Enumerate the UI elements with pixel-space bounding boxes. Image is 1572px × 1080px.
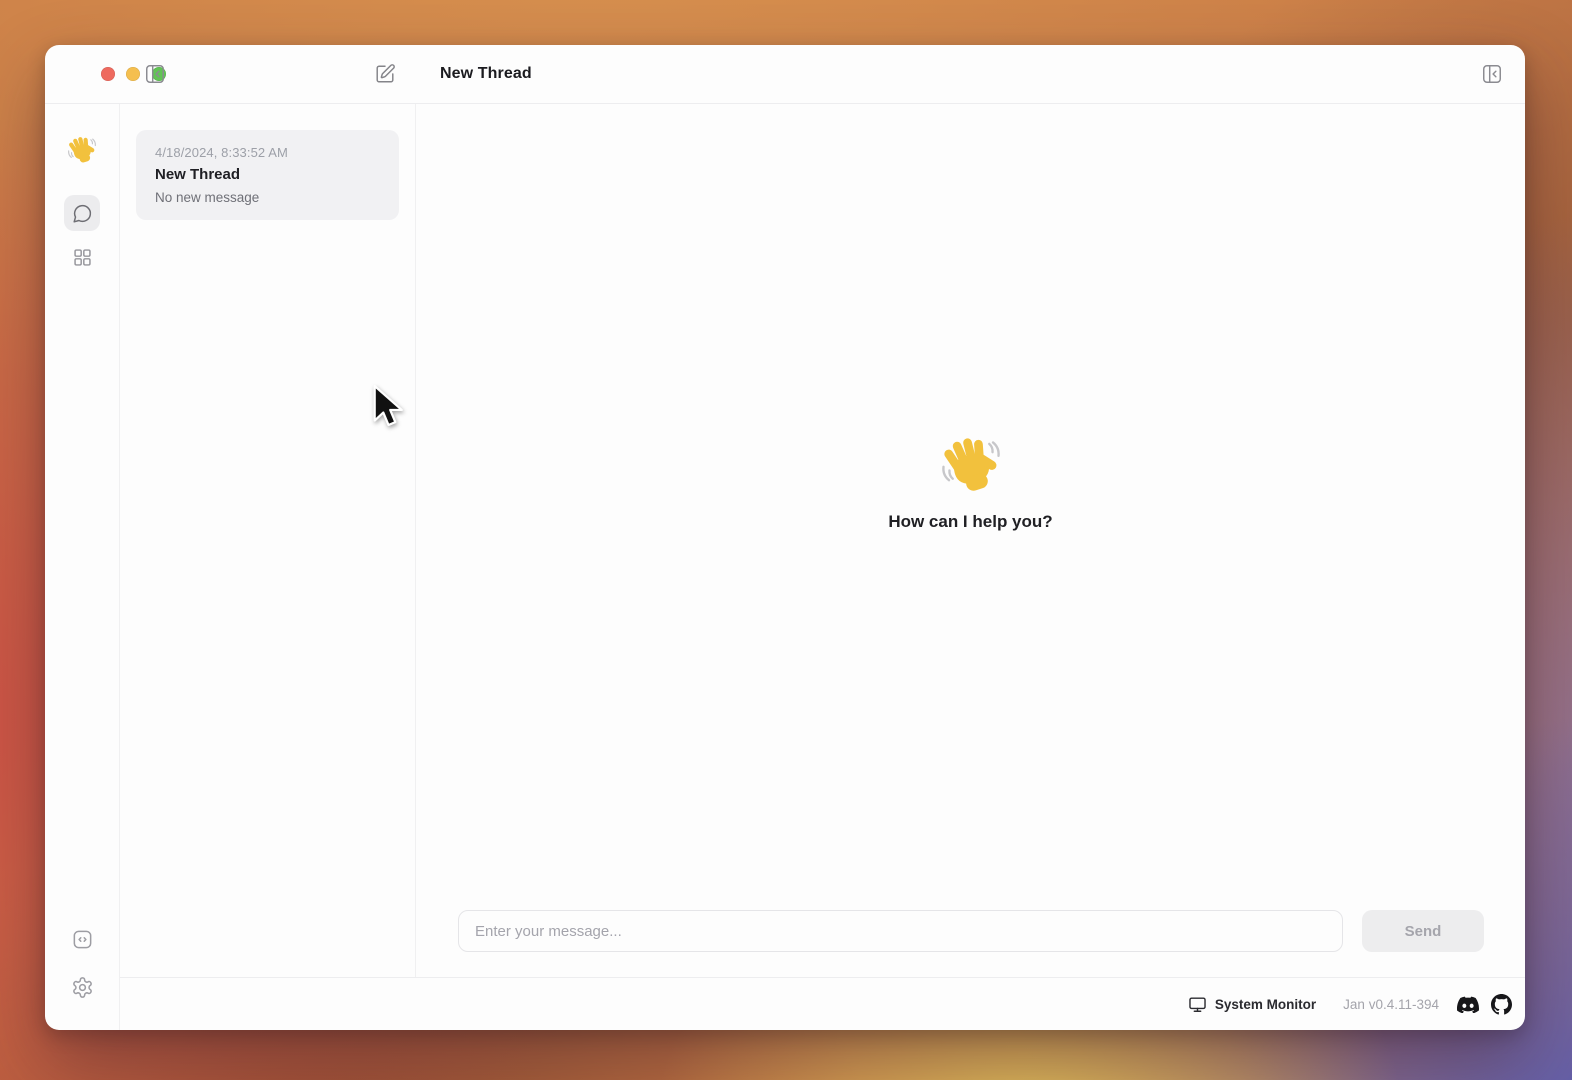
thread-title: New Thread [155, 166, 380, 183]
github-icon[interactable] [1491, 994, 1512, 1015]
settings-gear-icon[interactable] [71, 976, 94, 1004]
ribbon-sidebar [45, 104, 120, 1030]
grid-icon [72, 247, 93, 268]
titlebar: New Thread [45, 45, 1525, 104]
local-api-server-icon[interactable] [71, 928, 94, 956]
workspace: 4/18/2024, 8:33:52 AM New Thread No new … [120, 104, 1525, 977]
sidebar-item-hub[interactable] [64, 239, 100, 275]
app-window: New Thread [45, 45, 1525, 1030]
panel-right-collapse-icon[interactable] [1480, 62, 1504, 86]
panel-left-collapse-icon[interactable] [143, 62, 167, 86]
thread-list-item[interactable]: 4/18/2024, 8:33:52 AM New Thread No new … [136, 130, 399, 220]
system-monitor-icon[interactable] [1188, 995, 1207, 1014]
system-monitor-label[interactable]: System Monitor [1215, 997, 1316, 1012]
chat-main-area: How can I help you? Send [416, 104, 1525, 977]
minimize-window-button[interactable] [126, 67, 140, 81]
message-input[interactable] [458, 910, 1343, 952]
right-part: 4/18/2024, 8:33:52 AM New Thread No new … [120, 104, 1525, 1030]
app-version: Jan v0.4.11-394 [1343, 997, 1439, 1012]
wave-hand-emoji [938, 432, 1004, 498]
new-thread-compose-icon[interactable] [373, 62, 397, 86]
discord-icon[interactable] [1457, 996, 1479, 1013]
chat-bubble-icon [72, 203, 93, 224]
close-window-button[interactable] [101, 67, 115, 81]
thread-last-message: No new message [155, 190, 380, 205]
sidebar-item-threads[interactable] [64, 195, 100, 231]
thread-timestamp: 4/18/2024, 8:33:52 AM [155, 145, 380, 160]
send-button[interactable]: Send [1362, 910, 1484, 952]
thread-list-panel: 4/18/2024, 8:33:52 AM New Thread No new … [120, 104, 416, 977]
welcome-block: How can I help you? [416, 432, 1525, 532]
content-area: 4/18/2024, 8:33:52 AM New Thread No new … [45, 104, 1525, 1030]
status-bar: System Monitor Jan v0.4.11-394 [120, 977, 1525, 1030]
wave-hand-emoji [66, 134, 98, 171]
greeting-text: How can I help you? [888, 512, 1052, 532]
page-title: New Thread [440, 45, 532, 103]
composer: Send [458, 910, 1484, 952]
